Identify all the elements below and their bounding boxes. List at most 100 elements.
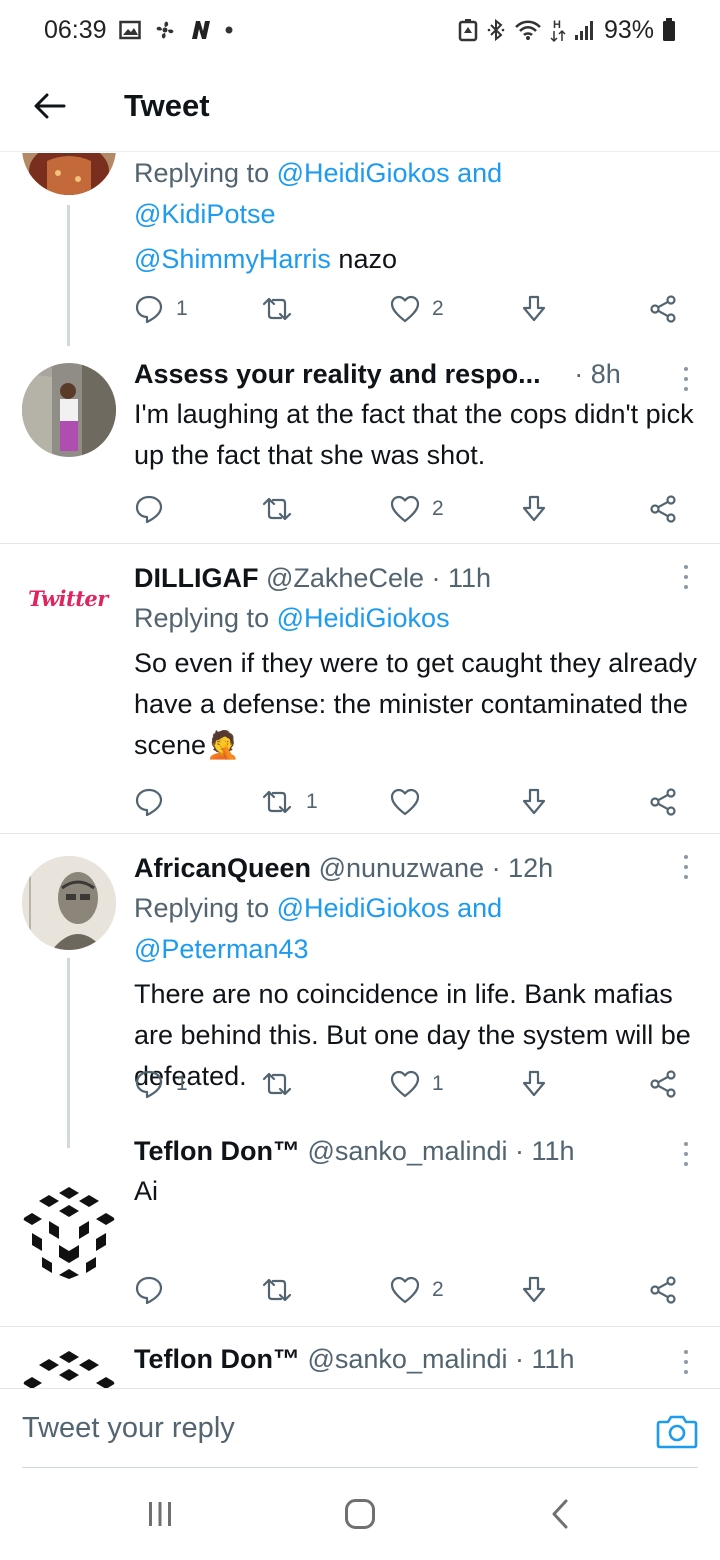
like-button[interactable]	[390, 782, 432, 822]
retweet-button[interactable]: 1	[260, 782, 318, 822]
reply-button[interactable]	[134, 489, 176, 529]
n-app-icon	[189, 19, 213, 41]
recents-button[interactable]	[130, 1484, 190, 1544]
tweet-item[interactable]: AfricanQueen @nunuzwane · 12h Replying t…	[0, 834, 720, 1149]
share-button[interactable]	[648, 782, 678, 822]
tweet-actions: 2	[134, 489, 694, 529]
heart-icon	[390, 1070, 420, 1098]
battery-percent: 93%	[603, 15, 654, 44]
tweet-item[interactable]: Assess your reality and respo... · 8h I'…	[0, 346, 720, 544]
retweet-icon	[262, 497, 292, 521]
back-button[interactable]	[24, 80, 76, 132]
status-right: H 93%	[458, 16, 676, 45]
retweet-icon	[262, 297, 292, 321]
share-button[interactable]	[648, 1064, 678, 1104]
tweet-item[interactable]: Replying to @HeidiGiokos and @KidiPotse …	[0, 153, 720, 346]
tweet-meta: Assess your reality and respo... · 8h	[134, 354, 700, 394]
more-options-button[interactable]	[680, 852, 692, 882]
reply-mentions-link[interactable]: @HeidiGiokos	[277, 603, 450, 633]
status-left: 06:39	[44, 16, 233, 45]
thread-line	[67, 958, 70, 1148]
author-name[interactable]: DILLIGAF	[134, 563, 258, 593]
download-button[interactable]	[520, 1064, 548, 1104]
author-name[interactable]: Teflon Don™	[134, 1136, 300, 1166]
like-button[interactable]: 2	[390, 1270, 444, 1310]
twitter-logo-text: Twitter	[28, 585, 108, 611]
retweet-button[interactable]	[260, 289, 306, 329]
tweet-time: · 11h	[515, 1136, 575, 1166]
like-button[interactable]: 2	[390, 289, 444, 329]
tweet-actions: 1	[134, 782, 694, 822]
svg-text:H: H	[553, 19, 561, 31]
recents-icon	[149, 1502, 171, 1526]
system-nav-bar	[0, 1468, 720, 1560]
retweet-button[interactable]	[260, 1270, 306, 1310]
heart-icon	[390, 788, 420, 816]
avatar[interactable]	[22, 1349, 116, 1388]
system-back-button[interactable]	[530, 1484, 590, 1544]
tweet-time: · 8h	[574, 359, 621, 389]
more-options-button[interactable]	[680, 364, 692, 394]
mention-link[interactable]: @ShimmyHarris	[134, 244, 331, 274]
like-button[interactable]: 1	[390, 1064, 444, 1104]
download-button[interactable]	[520, 782, 548, 822]
gallery-icon	[118, 20, 141, 40]
avatar[interactable]	[22, 153, 116, 195]
camera-button[interactable]	[656, 1413, 698, 1449]
reply-button[interactable]: 1	[134, 1064, 188, 1104]
download-button[interactable]	[520, 489, 548, 529]
reply-composer	[0, 1388, 720, 1468]
reply-button[interactable]	[134, 1270, 176, 1310]
reply-count: 1	[176, 297, 188, 320]
home-button[interactable]	[330, 1484, 390, 1544]
retweet-button[interactable]	[260, 1064, 306, 1104]
reply-icon	[135, 788, 163, 817]
author-handle[interactable]: @nunuzwane	[319, 853, 485, 883]
like-button[interactable]: 2	[390, 489, 444, 529]
author-name[interactable]: Teflon Don™	[134, 1344, 300, 1374]
tweet-feed[interactable]: Replying to @HeidiGiokos and @KidiPotse …	[0, 153, 720, 1388]
heart-icon	[390, 495, 420, 523]
tweet-item[interactable]: Teflon Don™ @sanko_malindi · 11h	[0, 1327, 720, 1388]
share-button[interactable]	[648, 289, 678, 329]
more-options-button[interactable]	[680, 1139, 692, 1169]
tweet-meta: Teflon Don™ @sanko_malindi · 11h	[134, 1339, 700, 1379]
replying-to-label: Replying to	[134, 893, 270, 923]
arrow-left-icon	[34, 93, 66, 118]
author-name[interactable]: AfricanQueen	[134, 853, 311, 883]
author-handle[interactable]: @ZakheCele	[266, 563, 424, 593]
battery-icon	[662, 18, 676, 42]
tweet-time: · 12h	[491, 853, 554, 883]
bluetooth-icon	[486, 18, 506, 42]
avatar[interactable]	[22, 363, 116, 457]
tweet-item[interactable]: Twitter DILLIGAF @ZakheCele · 11h Replyi…	[0, 544, 720, 834]
download-button[interactable]	[520, 289, 548, 329]
reply-icon	[135, 295, 163, 324]
more-options-button[interactable]	[680, 562, 692, 592]
avatar[interactable]: Twitter	[18, 568, 118, 628]
retweet-icon	[262, 1278, 292, 1302]
reply-button[interactable]	[134, 782, 176, 822]
share-icon	[650, 295, 676, 323]
reply-button[interactable]: 1	[134, 289, 188, 329]
h-data-icon: H	[550, 17, 566, 43]
author-handle[interactable]: @sanko_malindi	[307, 1344, 507, 1374]
author-name[interactable]: Assess your reality and respo...	[134, 359, 541, 389]
author-handle[interactable]: @sanko_malindi	[307, 1136, 507, 1166]
download-icon	[522, 1276, 546, 1303]
retweet-button[interactable]	[260, 489, 306, 529]
more-options-button[interactable]	[680, 1347, 692, 1377]
tweet-content: DILLIGAF @ZakheCele · 11h Replying to @H…	[134, 558, 700, 766]
avatar[interactable]	[22, 856, 116, 950]
share-button[interactable]	[648, 489, 678, 529]
status-bar: 06:39 H 93%	[0, 0, 720, 60]
tweet-item[interactable]: Teflon Don™ @sanko_malindi · 11h Ai 2	[0, 1136, 720, 1327]
avatar[interactable]	[22, 1185, 116, 1279]
share-button[interactable]	[648, 1270, 678, 1310]
reply-icon	[135, 1070, 163, 1099]
download-button[interactable]	[520, 1270, 548, 1310]
tweet-meta: AfricanQueen @nunuzwane · 12h	[134, 848, 700, 888]
reply-icon	[135, 495, 163, 524]
reply-input[interactable]	[22, 1389, 632, 1467]
replying-to-label: Replying to	[134, 603, 270, 633]
